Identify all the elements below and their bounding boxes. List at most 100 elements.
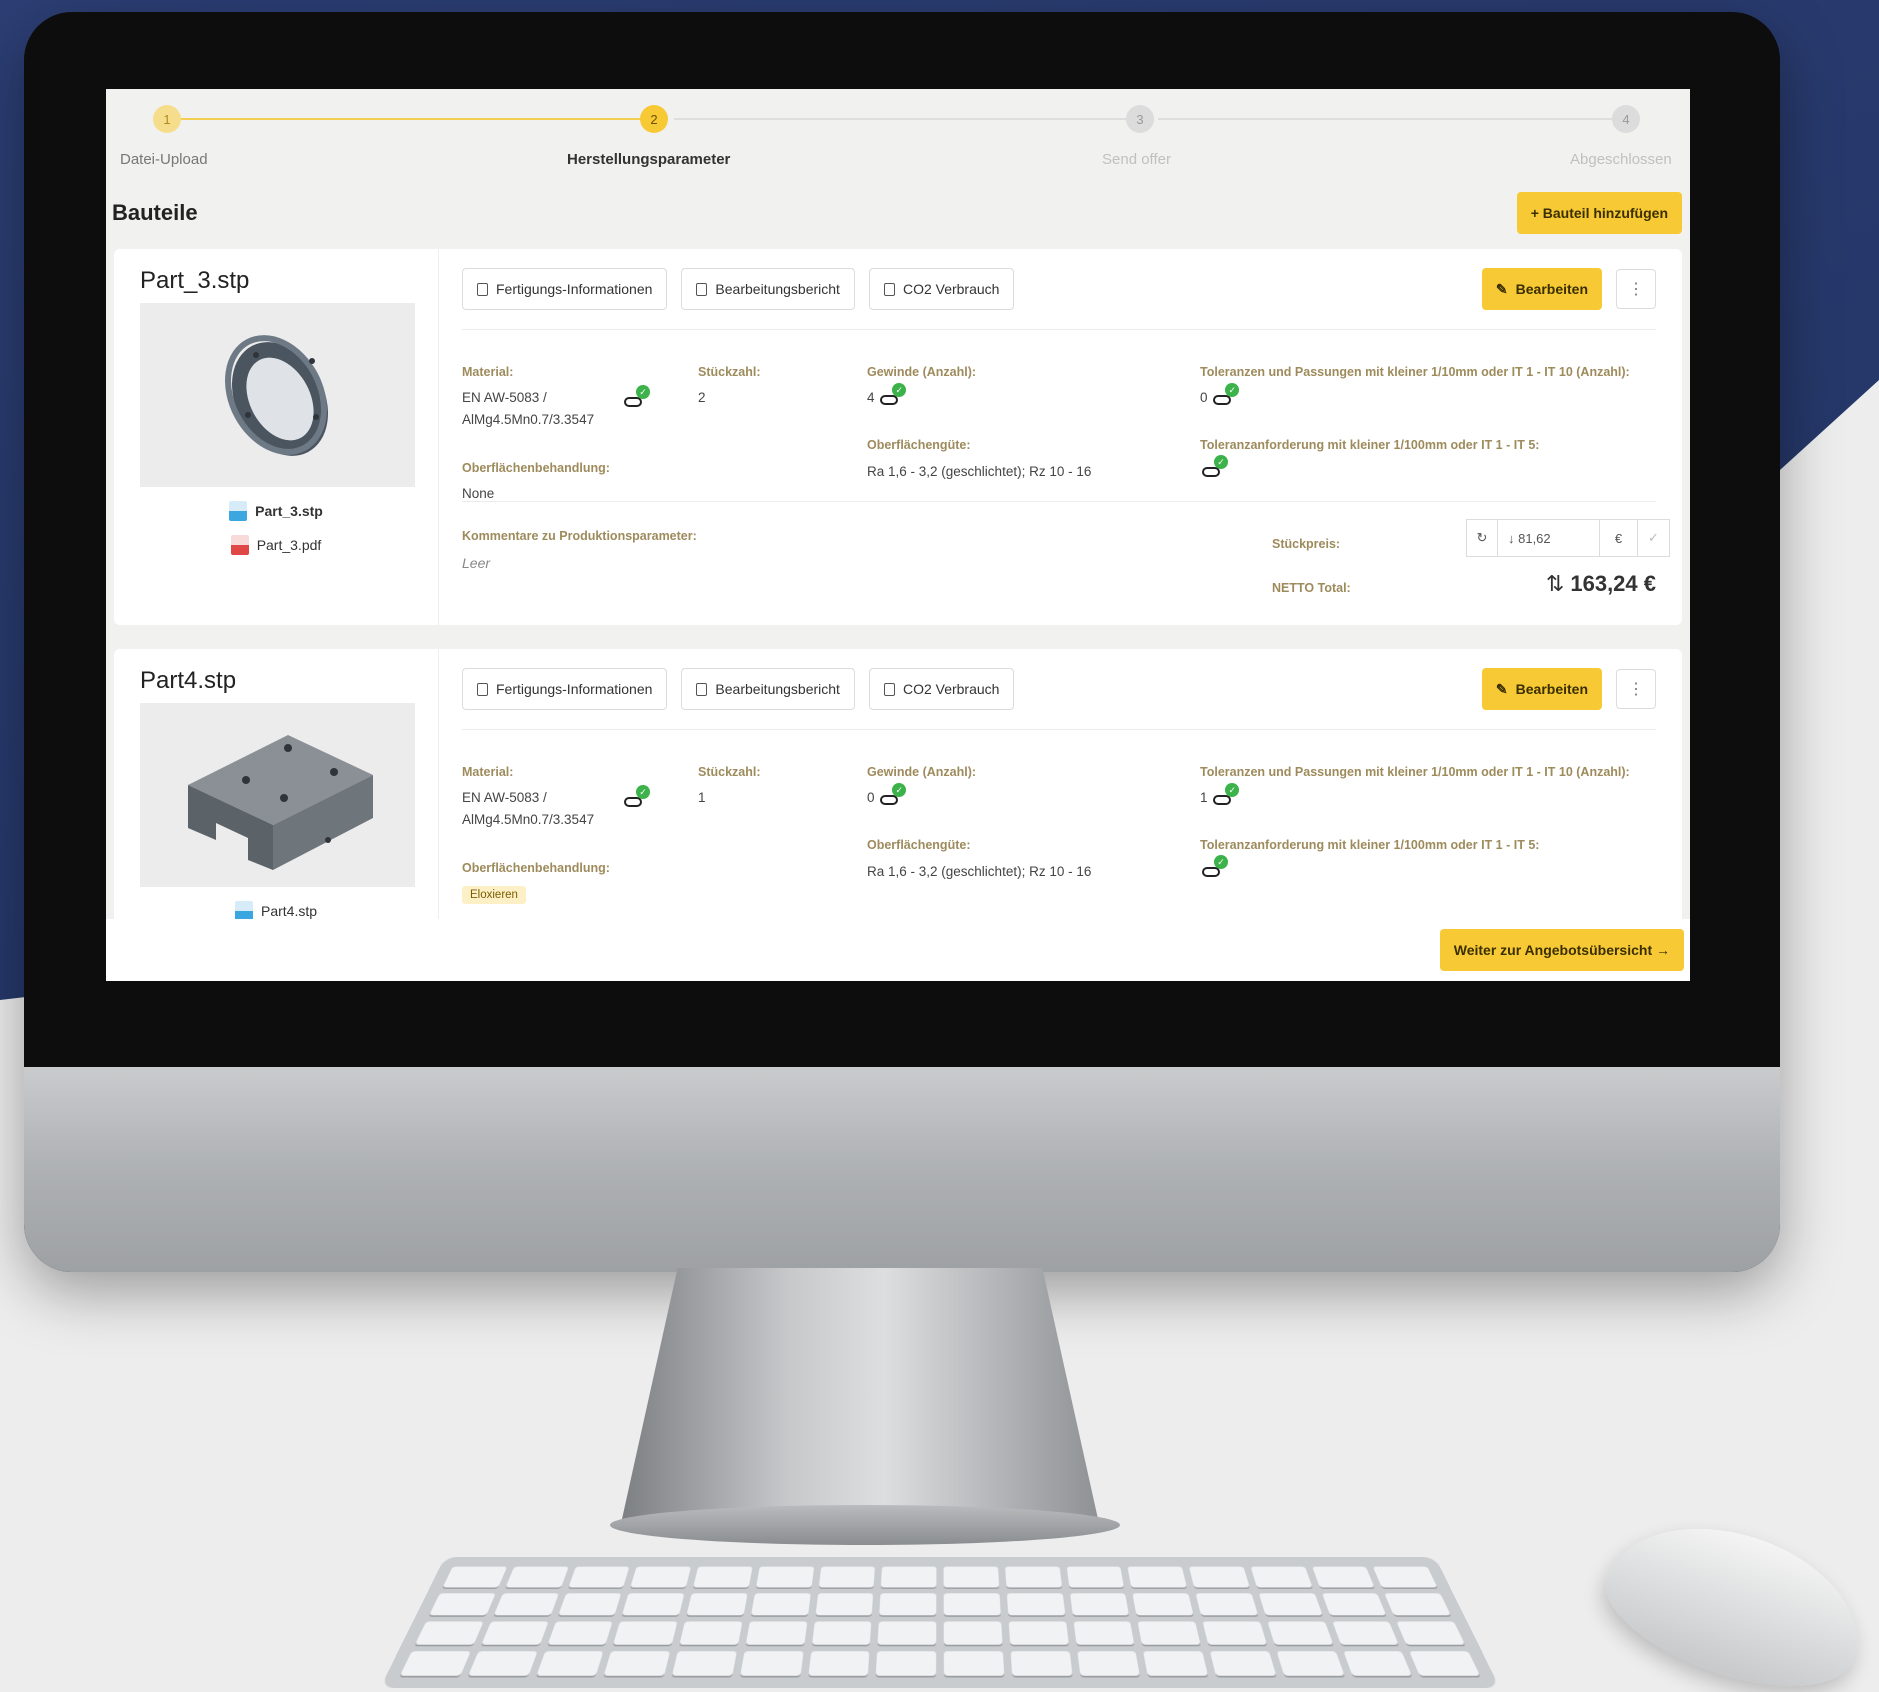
refresh-price-button[interactable]: ↻ [1466, 519, 1498, 557]
key [745, 1621, 807, 1645]
step-label-2: Herstellungsparameter [567, 151, 731, 168]
key [1143, 1651, 1209, 1676]
key [1195, 1593, 1258, 1616]
co2-button[interactable]: CO2 Verbrauch [868, 668, 1015, 710]
price-input[interactable]: ↓ 81,62 [1498, 519, 1600, 557]
key [622, 1593, 685, 1616]
document-icon [477, 682, 488, 696]
key [815, 1593, 874, 1616]
toleranzanforderung-label: Toleranzanforderung mit kleiner 1/100mm … [1200, 838, 1540, 852]
file-link-stp[interactable]: Part4.stp [140, 901, 412, 921]
co2-button[interactable]: CO2 Verbrauch [868, 268, 1015, 310]
file-link-stp[interactable]: Part_3.stp [140, 501, 412, 521]
ai-check-icon: ✓ [622, 785, 650, 807]
fertigungs-info-button[interactable]: Fertigungs-Informationen [462, 268, 668, 310]
gewinde-count: 0 [867, 790, 875, 805]
key [1267, 1621, 1333, 1645]
step-dot-4[interactable]: 4 [1612, 105, 1640, 133]
key [1202, 1621, 1267, 1645]
divider [462, 501, 1656, 502]
key [750, 1593, 811, 1616]
stueckzahl-value: 1 [698, 790, 706, 805]
step-dot-2[interactable]: 2 [640, 105, 668, 133]
stueckpreis-label: Stückpreis: [1272, 537, 1341, 551]
document-icon [696, 282, 708, 296]
part-card-left: Part4.stp Part4.stp [114, 649, 439, 939]
currency-select[interactable]: € [1600, 519, 1638, 557]
key [1132, 1593, 1194, 1616]
edit-button[interactable]: ✎ Bearbeiten [1481, 268, 1602, 310]
button-label: CO2 Verbrauch [902, 281, 1000, 297]
part-thumbnail[interactable] [140, 703, 415, 887]
key [686, 1593, 748, 1616]
oberflaechenbehandlung-value: Eloxieren [462, 885, 526, 904]
bearbeitungsbericht-button[interactable]: Bearbeitungsbericht [681, 268, 855, 310]
key [1258, 1593, 1323, 1616]
netto-total-value: ⇅ 163,24 € [1546, 571, 1656, 597]
file-name: Part_3.stp [255, 503, 323, 519]
button-label: Bearbeitungsbericht [715, 681, 840, 697]
part-thumbnail[interactable] [140, 303, 415, 487]
monitor-stand-foot [610, 1505, 1120, 1545]
monitor-chin [24, 1067, 1780, 1272]
material-line-2: AlMg4.5Mn0.7/3.3547 [462, 812, 595, 827]
key [535, 1651, 604, 1676]
key [1076, 1651, 1141, 1676]
button-label: Bearbeiten [1515, 281, 1588, 297]
oberflaechenguete-label: Oberflächengüte: [867, 838, 971, 852]
bottom-bar: Weiter zur Angebotsübersicht → [106, 919, 1690, 981]
key [943, 1593, 1001, 1616]
netto-total-amount: 163,24 € [1570, 571, 1656, 596]
file-name: Part_3.pdf [256, 537, 322, 553]
document-icon [883, 282, 895, 296]
key [567, 1566, 630, 1588]
part-card: Part4.stp Part4.stp Fertigungs-Informati… [114, 649, 1682, 939]
more-options-button[interactable]: ⋮ [1616, 669, 1656, 709]
key [1321, 1593, 1387, 1616]
step-dot-3[interactable]: 3 [1126, 105, 1154, 133]
key [481, 1621, 549, 1645]
button-label: Fertigungs-Informationen [496, 681, 653, 697]
document-icon [696, 682, 708, 696]
key [1066, 1566, 1125, 1588]
key [399, 1651, 471, 1676]
key [1069, 1593, 1130, 1616]
toleranzen-count: 1 [1200, 790, 1208, 805]
step-line-done [168, 118, 646, 120]
key [879, 1593, 937, 1616]
file-link-pdf[interactable]: Part_3.pdf [140, 535, 412, 555]
key [1373, 1566, 1438, 1588]
document-icon [477, 282, 488, 296]
part-toolbar: Fertigungs-Informationen Bearbeitungsber… [462, 667, 1656, 711]
oberflaechenbehandlung-label: Oberflächenbehandlung: [462, 461, 610, 475]
heading-row: Bauteile + Bauteil hinzufügen [112, 191, 1682, 235]
confirm-price-button[interactable]: ✓ [1638, 519, 1670, 557]
key [943, 1621, 1003, 1645]
key [807, 1651, 870, 1676]
key [811, 1621, 872, 1645]
key [1006, 1593, 1065, 1616]
more-options-button[interactable]: ⋮ [1616, 269, 1656, 309]
stueckzahl-label: Stückzahl: [698, 765, 761, 779]
step-label-1: Datei-Upload [120, 151, 208, 168]
add-part-button[interactable]: + Bauteil hinzufügen [1516, 192, 1682, 234]
next-to-offer-button[interactable]: Weiter zur Angebotsübersicht → [1439, 929, 1684, 971]
key [1396, 1621, 1466, 1645]
bearbeitungsbericht-button[interactable]: Bearbeitungsbericht [681, 668, 855, 710]
step-line [674, 118, 1130, 120]
ai-check-icon: ✓ [1211, 783, 1240, 806]
material-label: Material: [462, 365, 514, 379]
kommentare-label: Kommentare zu Produktionsparameter: [462, 529, 697, 543]
button-label: Bearbeitungsbericht [715, 281, 840, 297]
edit-button[interactable]: ✎ Bearbeiten [1481, 668, 1602, 710]
key [603, 1651, 671, 1676]
gewinde-count: 4 [867, 390, 875, 405]
key [630, 1566, 692, 1588]
key [547, 1621, 613, 1645]
gewinde-label: Gewinde (Anzahl): [867, 765, 977, 779]
fertigungs-info-button[interactable]: Fertigungs-Informationen [462, 668, 668, 710]
step-dot-1[interactable]: 1 [153, 105, 181, 133]
material-value: EN AW-5083 / AlMg4.5Mn0.7/3.3547 [462, 387, 594, 431]
ai-check-icon: ✓ [1200, 455, 1228, 477]
key [1276, 1651, 1345, 1676]
